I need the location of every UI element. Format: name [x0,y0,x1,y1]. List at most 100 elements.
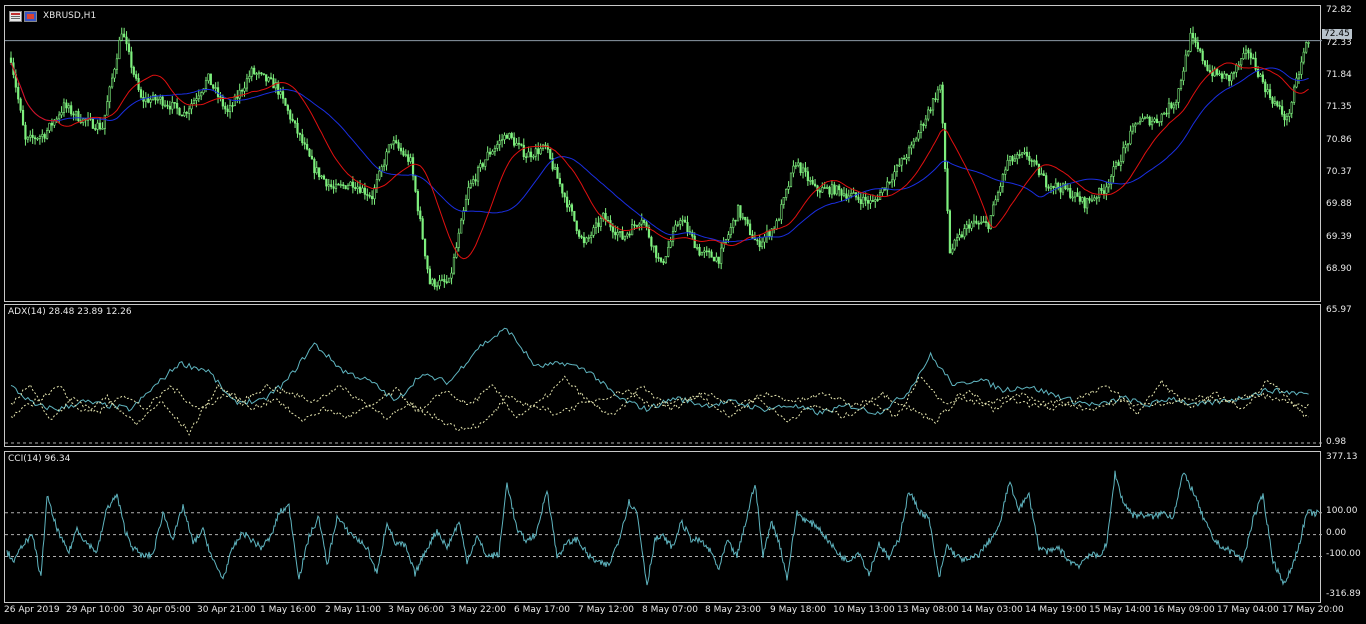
candle-body [1220,73,1224,79]
candle-body [423,238,427,257]
candle-body [320,175,323,178]
price-tick: 72.33 [1326,38,1352,48]
candle-body [457,232,460,248]
candle-body [1102,190,1106,194]
candle-body [183,111,186,117]
candle-body [1163,112,1166,115]
candle-body [842,193,846,196]
candle-body [1297,74,1301,79]
flag-icon[interactable] [24,11,37,22]
candle-body [927,109,930,120]
candle-body [667,247,670,257]
candle-body [558,178,561,185]
candle-body [813,183,817,187]
candle-body [912,140,915,146]
candle-body [115,58,119,70]
candle-body [1124,144,1127,149]
candle-body [799,162,802,174]
candle-body [238,89,241,99]
candle-body [286,105,289,111]
candle-body [279,91,282,95]
candle-body [811,180,814,185]
candle-body [330,184,333,188]
candle-body [363,187,366,195]
candle-body [1203,60,1207,66]
candle-body [1175,101,1178,106]
candle-body [1278,105,1281,107]
candle-body [402,150,405,156]
candle-body [1112,166,1115,177]
cci-tick: -316.89 [1326,589,1361,599]
adx-pane[interactable]: ADX(14) 28.48 23.89 12.26 [4,304,1322,447]
candle-body [493,148,496,152]
price-tick: 72.82 [1326,5,1352,15]
candle-body [1148,116,1151,126]
price-tick: 70.37 [1326,167,1352,177]
candle-body [1037,164,1041,176]
candle-body [645,222,648,228]
candle-body [1172,104,1175,109]
time-label: 17 May 20:00 [1282,605,1344,615]
cci-pane[interactable]: CCI(14) 96.34 [4,451,1322,603]
candle-body [65,102,68,109]
candle-body [1090,199,1094,202]
candle-body [332,186,335,189]
candle-body [1290,102,1293,114]
candle-body [655,245,658,258]
price-pane[interactable]: XBRUSD,H1 [4,5,1322,302]
candle-body [758,240,761,248]
candle-body [960,234,964,238]
time-label: 16 May 09:00 [1153,605,1215,615]
candle-body [575,220,578,231]
price-tick: 70.86 [1326,135,1352,145]
candle-body [505,134,509,139]
candle-body [1259,74,1262,77]
chart-grid-icon[interactable] [9,11,22,22]
candle-body [917,132,920,140]
candle-body [664,256,667,264]
candle-body [1117,162,1120,166]
candle-body [1307,42,1310,44]
candle-body [570,204,574,212]
candle-body [467,187,470,200]
candle-body [951,248,954,254]
candle-body [1083,197,1086,209]
candle-body [325,178,328,187]
candle-body [1165,112,1168,115]
candle-body [1146,116,1149,119]
candle-body [431,279,434,285]
candle-body [1216,68,1219,75]
candle-body [1187,51,1190,56]
candle-body [472,179,475,184]
candle-body [537,148,540,155]
candle-body [291,118,294,122]
candle-body [529,151,533,158]
candle-body [484,159,487,167]
candle-body [1194,37,1197,43]
candle-body [850,193,853,197]
candle-body [1016,154,1019,160]
candle-body [1126,143,1130,146]
candle-body [9,57,13,64]
candle-body [219,96,222,98]
candle-body [344,185,347,190]
candle-body [207,73,210,82]
cci-line [6,470,1320,586]
candle-body [1199,48,1202,52]
candle-body [1196,42,1199,50]
candle-body [895,164,899,173]
candle-body [818,190,821,193]
candle-body [532,155,535,158]
candle-body [375,179,379,189]
candle-body [351,181,354,188]
candle-body [318,167,321,178]
candle-body [1122,147,1125,162]
candle-body [269,77,273,79]
time-label: 26 Apr 2019 [4,605,60,615]
candle-body [515,142,518,146]
adx-chart-svg [5,327,1322,444]
candle-body [462,210,465,221]
candle-body [1177,88,1180,103]
candle-body [599,218,602,227]
candle-body [1006,160,1009,171]
